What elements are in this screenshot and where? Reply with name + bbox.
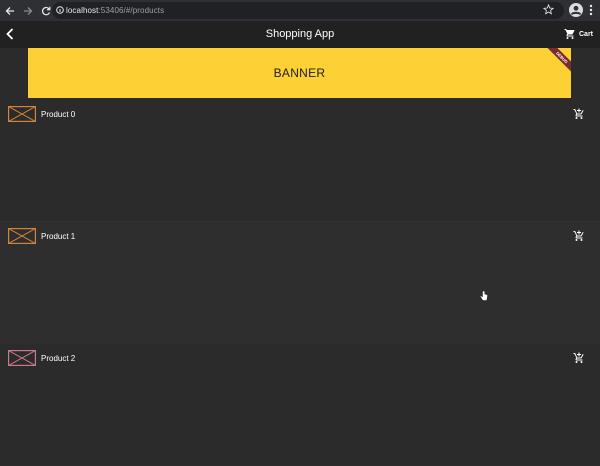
arrow-left-icon [5, 6, 14, 15]
browser-menu-icon[interactable] [589, 4, 593, 16]
page-title: Shopping App [265, 28, 335, 40]
product-name: Product 1 [41, 232, 76, 241]
app-bar: Shopping App Cart [0, 21, 600, 48]
cart-label: Cart [579, 30, 594, 38]
arrow-right-icon [24, 6, 33, 15]
image-placeholder-icon [8, 106, 36, 122]
pointer-cursor-icon [480, 291, 488, 301]
debug-ribbon: DEBUG [543, 48, 571, 77]
product-row[interactable]: Product 2 [0, 344, 600, 466]
banner: BANNER DEBUG [28, 48, 571, 98]
cart-button[interactable]: Cart [564, 26, 593, 42]
browser-toolbar: localhost:53406/#/products [0, 0, 600, 21]
add-shopping-cart-icon[interactable] [573, 230, 585, 242]
banner-text: BANNER [273, 66, 326, 80]
product-list: Product 0 Product 1 Product 2 [0, 100, 600, 466]
browser-forward-button[interactable] [20, 0, 36, 21]
profile-avatar[interactable] [569, 3, 583, 17]
product-name: Product 0 [41, 110, 76, 119]
browser-back-button[interactable] [2, 0, 18, 21]
info-icon[interactable] [56, 5, 64, 15]
product-row[interactable]: Product 0 [0, 100, 600, 222]
image-placeholder-icon [8, 350, 36, 366]
address-bar[interactable]: localhost:53406/#/products [52, 2, 564, 19]
url-host: localhost [66, 6, 99, 15]
reload-icon [41, 6, 51, 15]
url-text: localhost:53406/#/products [66, 6, 164, 15]
url-path: :53406/#/products [98, 6, 165, 15]
add-shopping-cart-icon[interactable] [573, 352, 585, 364]
account-icon [570, 5, 582, 16]
shopping-cart-icon [564, 29, 575, 39]
add-shopping-cart-icon[interactable] [573, 108, 585, 120]
image-placeholder-icon [8, 228, 36, 244]
product-name: Product 2 [41, 354, 76, 363]
debug-ribbon-label: DEBUG [555, 50, 570, 65]
product-row[interactable]: Product 1 [0, 222, 600, 344]
bookmark-star-icon[interactable] [543, 4, 554, 15]
